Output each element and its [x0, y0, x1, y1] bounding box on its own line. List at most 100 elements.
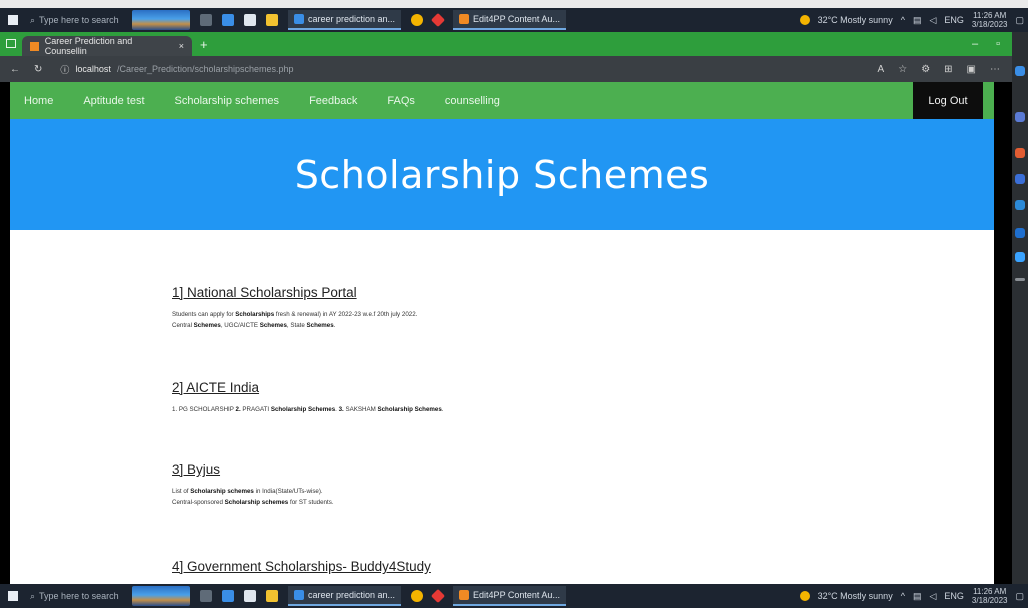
clock-time: 11:26 AM: [973, 587, 1007, 596]
sidebar-shopping-icon[interactable]: [1015, 112, 1025, 122]
xampp-icon: [459, 590, 470, 600]
edge-app-icon: [294, 14, 304, 24]
more-menu-icon[interactable]: ⋯: [990, 64, 1000, 75]
scheme-title-link[interactable]: 1] National Scholarships Portal: [172, 285, 732, 300]
taskbar-app-edit4pp[interactable]: Edit4PP Content Au...: [453, 586, 566, 606]
task-view-icon[interactable]: [200, 590, 212, 602]
new-tab-icon[interactable]: +: [192, 37, 208, 56]
search-icon: ⌕: [30, 590, 36, 601]
tray-chevron-icon[interactable]: ^: [901, 591, 905, 601]
nav-faqs[interactable]: FAQs: [372, 95, 430, 107]
favorite-icon[interactable]: ☆: [898, 64, 907, 75]
nav-scholarship-schemes[interactable]: Scholarship schemes: [160, 95, 295, 107]
maximize-icon[interactable]: ▫: [996, 38, 1000, 50]
volume-icon[interactable]: ◁: [929, 15, 936, 26]
scheme-item: 3] Byjus List of Scholarship schemes in …: [172, 462, 732, 508]
browser-address-bar: ← ↻ ⓘ localhost/Career_Prediction/schola…: [0, 56, 1012, 82]
file-explorer-icon[interactable]: [266, 590, 278, 602]
sidebar-tools-icon[interactable]: [1015, 148, 1025, 158]
screen-top-strip: [0, 0, 1028, 8]
description-line: Students can apply for Scholarships fres…: [172, 311, 418, 318]
clock-time: 11:26 AM: [973, 11, 1007, 20]
sidebar-office-icon[interactable]: [1015, 200, 1025, 210]
taskbar-app-label: career prediction an...: [308, 14, 396, 24]
language-indicator[interactable]: ENG: [944, 591, 964, 601]
url-host: localhost: [75, 64, 111, 74]
extensions-icon[interactable]: ⚙: [921, 64, 930, 75]
info-icon: ⓘ: [60, 64, 70, 75]
taskbar-app-career[interactable]: career prediction an...: [288, 10, 402, 30]
clock-date: 3/18/2023: [971, 20, 1008, 29]
xampp-icon: [459, 14, 470, 24]
search-highlight-image[interactable]: [132, 10, 190, 30]
taskbar-clock[interactable]: 11:26 AM 3/18/2023: [972, 587, 1008, 605]
nav-feedback[interactable]: Feedback: [294, 95, 372, 107]
edge-app-icon: [294, 590, 304, 600]
taskbar-app-career[interactable]: career prediction an...: [288, 586, 402, 606]
nav-home[interactable]: Home: [10, 95, 68, 107]
notification-icon[interactable]: ▢: [1015, 591, 1024, 602]
chrome-icon[interactable]: [411, 14, 424, 26]
network-icon[interactable]: ▤: [913, 591, 922, 602]
weather-text[interactable]: 32°C Mostly sunny: [818, 591, 893, 601]
tab-favicon-icon: [30, 41, 39, 51]
nav-aptitude-test[interactable]: Aptitude test: [68, 95, 159, 107]
weather-sun-icon: [799, 15, 810, 25]
git-icon[interactable]: [430, 12, 446, 28]
back-icon[interactable]: ←: [10, 64, 20, 75]
chrome-icon[interactable]: [411, 590, 424, 602]
windows-logo-icon: [8, 15, 18, 25]
windows-start-button[interactable]: [0, 584, 26, 608]
description-line: Central Schemes, UGC/AICTE Schemes, Stat…: [172, 322, 336, 329]
read-aloud-icon[interactable]: A: [878, 64, 885, 75]
profile-icon[interactable]: ▣: [967, 64, 976, 75]
scheme-title-link[interactable]: 3] Byjus: [172, 462, 732, 477]
clock-date: 3/18/2023: [971, 596, 1008, 605]
logout-button[interactable]: Log Out: [913, 82, 983, 119]
search-highlight-image[interactable]: [132, 586, 190, 606]
taskbar-search-placeholder: Type here to search: [39, 591, 119, 601]
url-field[interactable]: ⓘ localhost/Career_Prediction/scholarshi…: [52, 59, 301, 79]
taskbar-top: ⌕ Type here to search career prediction …: [0, 8, 1028, 32]
page-title: Scholarship Schemes: [294, 152, 710, 197]
scheme-title-link[interactable]: 4] Government Scholarships- Buddy4Study: [172, 559, 732, 574]
sidebar-drop-icon[interactable]: [1015, 252, 1025, 262]
taskbar-search-box[interactable]: ⌕ Type here to search: [26, 587, 122, 605]
collections-icon[interactable]: ⊞: [944, 64, 952, 75]
scheme-description: 1. PG SCHOLARSHIP 2. PRAGATI Scholarship…: [172, 404, 732, 415]
minimize-icon[interactable]: –: [972, 38, 978, 50]
taskbar-app-label: career prediction an...: [308, 590, 396, 600]
taskbar-app-edit4pp[interactable]: Edit4PP Content Au...: [453, 10, 566, 30]
tab-active[interactable]: Career Prediction and Counsellin ×: [22, 36, 192, 56]
nav-counselling[interactable]: counselling: [430, 95, 515, 107]
scheme-item: 2] AICTE India 1. PG SCHOLARSHIP 2. PRAG…: [172, 380, 732, 415]
store-icon[interactable]: [244, 590, 256, 602]
tab-title: Career Prediction and Counsellin: [44, 36, 133, 56]
taskbar-app-label: Edit4PP Content Au...: [473, 14, 560, 24]
scheme-title-link[interactable]: 2] AICTE India: [172, 380, 732, 395]
tab-close-icon[interactable]: ×: [179, 41, 184, 51]
tray-chevron-icon[interactable]: ^: [901, 15, 905, 25]
task-view-icon[interactable]: [200, 14, 212, 26]
scheme-description: Students can apply for Scholarships fres…: [172, 309, 732, 331]
edge-browser-icon[interactable]: [222, 590, 234, 602]
taskbar-clock[interactable]: 11:26 AM 3/18/2023: [972, 11, 1008, 29]
volume-icon[interactable]: ◁: [929, 591, 936, 602]
sidebar-games-icon[interactable]: [1015, 174, 1025, 184]
sidebar-add-icon[interactable]: [1015, 278, 1025, 281]
edge-browser-icon[interactable]: [222, 14, 234, 26]
store-icon[interactable]: [244, 14, 256, 26]
refresh-icon[interactable]: ↻: [34, 64, 42, 75]
weather-text[interactable]: 32°C Mostly sunny: [818, 15, 893, 25]
language-indicator[interactable]: ENG: [944, 15, 964, 25]
notification-icon[interactable]: ▢: [1015, 15, 1024, 26]
file-explorer-icon[interactable]: [266, 14, 278, 26]
sidebar-search-icon[interactable]: [1015, 66, 1025, 76]
sidebar-outlook-icon[interactable]: [1015, 228, 1025, 238]
windows-start-button[interactable]: [0, 8, 26, 32]
network-icon[interactable]: ▤: [913, 15, 922, 26]
tab-actions-icon[interactable]: [6, 39, 16, 48]
taskbar-bottom: ⌕ Type here to search career prediction …: [0, 584, 1028, 608]
git-icon[interactable]: [430, 588, 446, 604]
taskbar-search-box[interactable]: ⌕ Type here to search: [26, 11, 122, 29]
